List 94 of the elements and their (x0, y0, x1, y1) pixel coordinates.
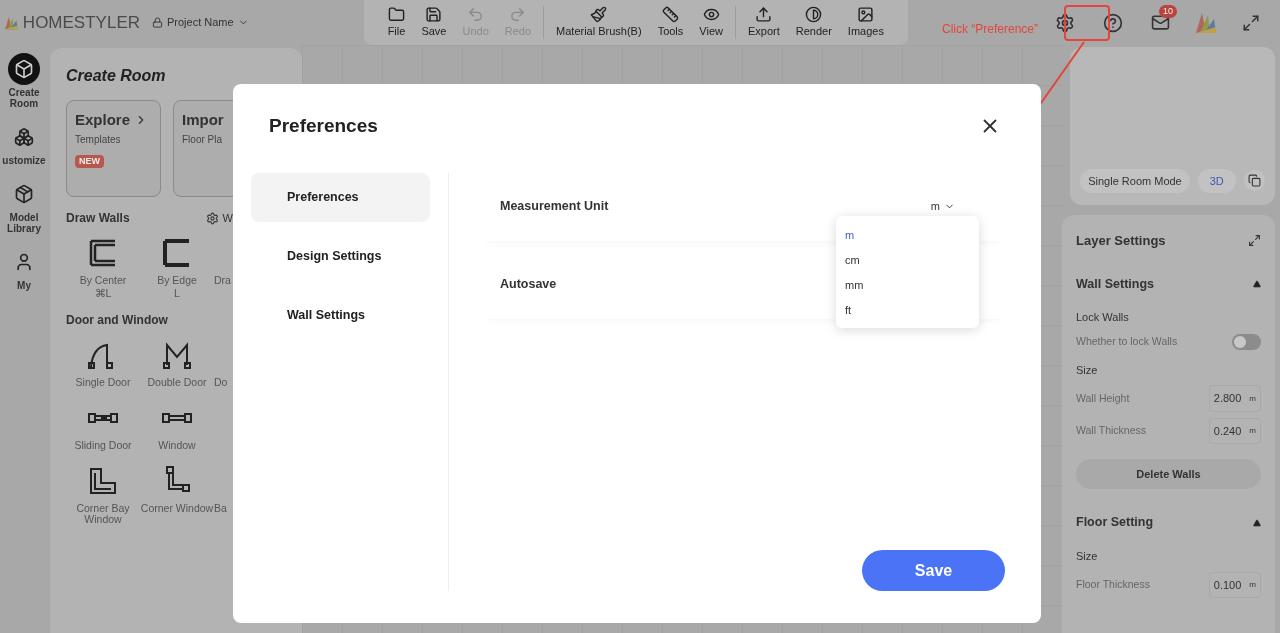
setting-label: Floor Thickness (1076, 576, 1150, 592)
setting-label: Wall Thickness (1076, 423, 1147, 439)
brand-name: HOMESTYLER (22, 11, 140, 34)
number-field[interactable]: 0.100 m (1208, 571, 1261, 598)
panel-title: Create Room (66, 66, 167, 86)
lock-icon (152, 17, 163, 28)
tool-label[interactable]: Sliding Door (74, 440, 132, 451)
user-icon (14, 252, 34, 272)
door-window-icon (159, 412, 195, 424)
shortcut-label: L (174, 288, 180, 299)
nav-item[interactable]: ustomize (0, 121, 48, 166)
tool-label[interactable]: Window (158, 440, 196, 451)
toolbar-button[interactable]: File (383, 5, 410, 40)
section-title: Draw Walls (66, 210, 130, 227)
toolbar-button[interactable]: Save (417, 5, 451, 40)
unit-option[interactable]: cm (836, 247, 979, 273)
nav-item[interactable]: Model Library (0, 178, 48, 234)
panel-title: Layer Settings (1076, 232, 1166, 250)
fullscreen-icon (1242, 13, 1260, 32)
settings-tab[interactable]: Wall Settings (251, 290, 430, 340)
section-title: Wall Settings (1076, 275, 1154, 293)
unit-select[interactable]: m (930, 198, 955, 215)
settings-tab[interactable]: Preferences (251, 172, 430, 222)
unit-option[interactable]: ft (836, 297, 979, 323)
card-subtitle: Templates (75, 132, 122, 147)
unit-option[interactable]: mm (836, 272, 979, 298)
copy-icon (1247, 174, 1261, 188)
door-window-icon (85, 412, 121, 424)
shortcut-label: ⌘L (94, 288, 112, 299)
toolbar-button[interactable]: Images (843, 5, 888, 40)
card-title: Impor (182, 110, 224, 130)
copy-button[interactable] (1243, 170, 1265, 192)
ruler-icon (661, 5, 679, 23)
setting-label: Whether to lock Walls (1076, 333, 1178, 349)
tool-label[interactable]: Corner Bay Window (66, 503, 140, 525)
view-mode-button[interactable]: 3D (1197, 168, 1236, 193)
half-circle-icon (805, 5, 823, 23)
notification-badge: 10 (1159, 5, 1177, 18)
undo-arrow-icon (467, 5, 485, 23)
tool-label[interactable]: Single Door (75, 377, 131, 388)
tool-label[interactable]: Double Door (147, 377, 207, 388)
tool-label[interactable]: Do (214, 377, 228, 388)
unit-option[interactable]: m (836, 222, 979, 248)
wall-settings-link[interactable]: W (205, 209, 233, 227)
view-mode-button[interactable]: Single Room Mode (1080, 168, 1190, 193)
project-name-dropdown[interactable]: Project Name (152, 14, 249, 31)
tool-label[interactable]: Ba (214, 503, 227, 514)
settings-icon (1055, 12, 1075, 33)
tool-label[interactable]: By Center (79, 275, 127, 286)
row-heading: Lock Walls (1076, 310, 1130, 326)
setting-label: Wall Height (1076, 390, 1130, 406)
card-subtitle: Floor Pla (182, 132, 223, 147)
toolbar-button[interactable]: Render (791, 5, 836, 40)
nav-item[interactable]: Create Room (0, 53, 48, 109)
tool-label[interactable]: Corner Window (140, 503, 214, 514)
new-badge: NEW (75, 154, 104, 168)
number-field[interactable]: 0.240 m (1208, 417, 1261, 445)
toolbar-button[interactable]: Material Brush(B) (552, 5, 646, 40)
toolbar-button[interactable]: View (695, 5, 727, 40)
toggle-switch[interactable] (1232, 333, 1261, 350)
collapse-triangle-icon[interactable] (1253, 279, 1261, 288)
folder-icon (388, 5, 405, 23)
section-title: Floor Setting (1076, 514, 1154, 532)
paintbrush-icon (590, 5, 608, 23)
toolbar-button[interactable]: Export (743, 5, 784, 40)
row-heading: Size (1076, 549, 1099, 564)
toolbar-button[interactable]: Tools (653, 5, 688, 40)
template-card[interactable]: Explore Templates NEW (66, 100, 161, 197)
cube-icon (14, 59, 34, 79)
mail-icon (1151, 13, 1170, 32)
nav-item[interactable]: My (0, 246, 48, 291)
setting-label: Autosave (500, 276, 557, 294)
image-icon (857, 5, 875, 23)
section-title: Door and Window (66, 312, 168, 329)
settings-tab[interactable]: Design Settings (251, 231, 430, 281)
highlight-frame (1064, 5, 1110, 41)
setting-label: Measurement Unit (500, 198, 609, 216)
upload-icon (755, 5, 773, 23)
collapse-triangle-icon[interactable] (1253, 518, 1261, 527)
number-field[interactable]: 2.800 m (1208, 385, 1261, 412)
row-heading: Size (1076, 362, 1099, 378)
tool-label[interactable]: By Edge (157, 275, 197, 286)
card-title: Explore (75, 110, 131, 130)
annotation-label: Click “Preference” (942, 21, 1039, 38)
save-button[interactable]: Save (862, 550, 1005, 591)
tool-label[interactable]: Dra (214, 275, 231, 286)
boxes-icon (14, 127, 34, 147)
redo-arrow-icon (509, 5, 527, 23)
gear-icon (205, 211, 219, 225)
delete-walls-button[interactable]: Delete Walls (1076, 459, 1261, 490)
package-icon (14, 184, 34, 204)
dialog-title: Preferences (269, 114, 378, 138)
help-icon (1103, 12, 1123, 33)
expand-icon (1248, 234, 1261, 248)
